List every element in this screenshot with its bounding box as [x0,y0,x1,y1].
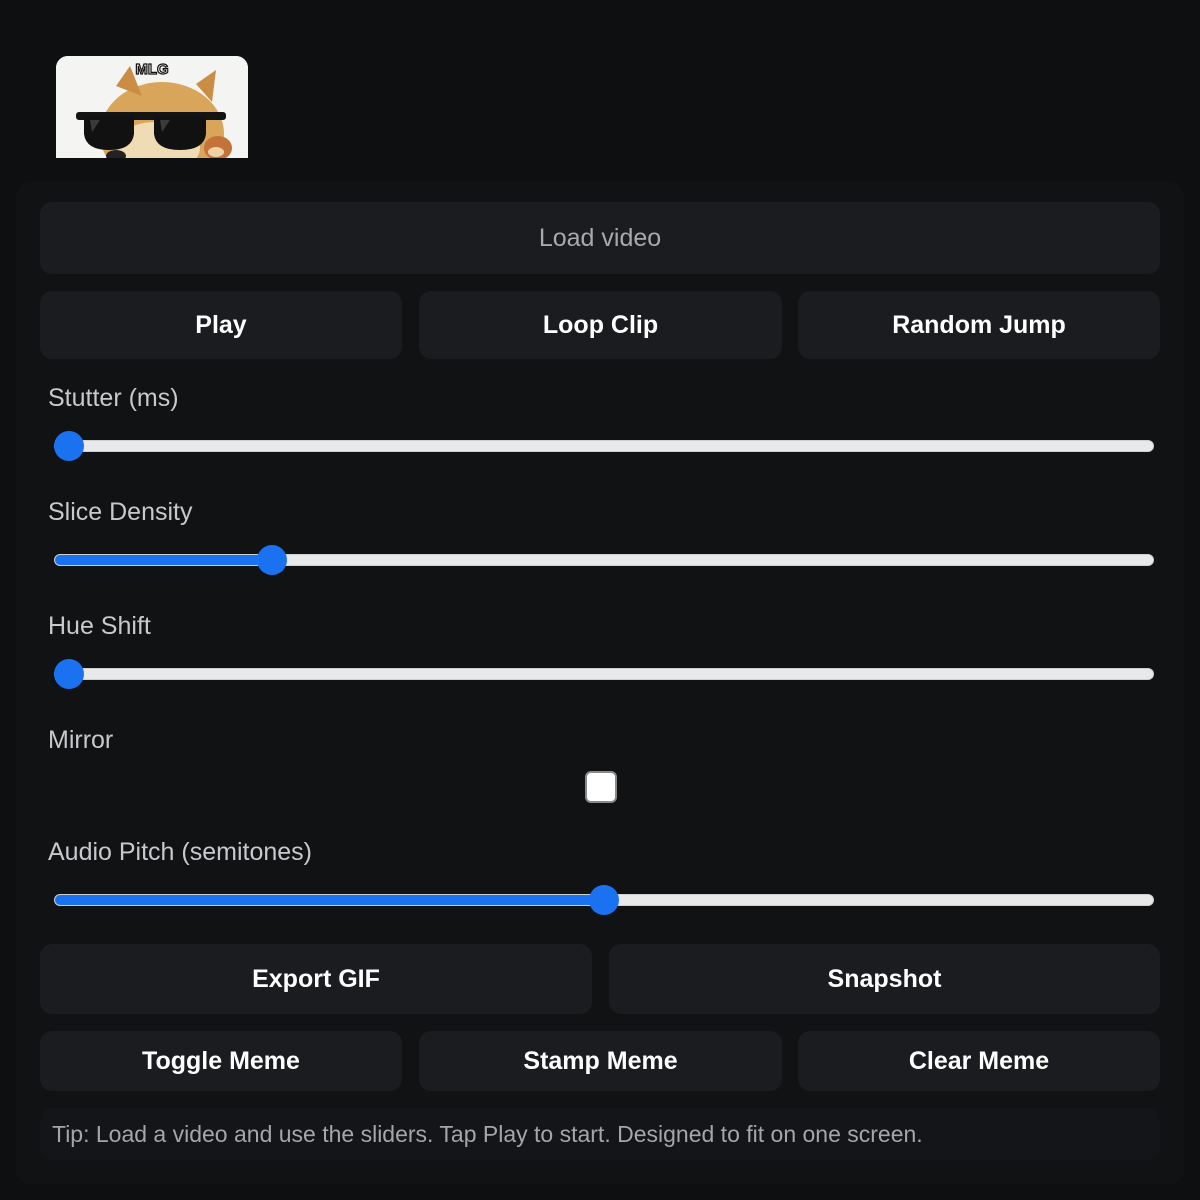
hue-shift-label: Hue Shift [48,612,151,640]
mirror-label: Mirror [48,726,114,754]
stamp-meme-button[interactable]: Stamp Meme [419,1031,782,1091]
slice-density-slider[interactable] [54,545,1154,575]
stutter-label: Stutter (ms) [48,384,179,412]
tip-text: Tip: Load a video and use the sliders. T… [40,1108,1160,1160]
audio-pitch-slider-fill [55,895,604,905]
meme-preview-image: MLG [56,56,248,158]
play-button[interactable]: Play [40,291,402,359]
export-gif-button[interactable]: Export GIF [40,944,592,1014]
audio-pitch-slider-thumb[interactable] [589,885,619,915]
clear-meme-button[interactable]: Clear Meme [798,1031,1160,1091]
slice-density-slider-thumb[interactable] [257,545,288,575]
slice-density-label: Slice Density [48,498,193,526]
stutter-slider-thumb[interactable] [54,431,84,461]
stutter-slider[interactable] [54,431,1154,461]
svg-text:MLG: MLG [135,61,168,78]
random-jump-button[interactable]: Random Jump [798,291,1160,359]
audio-pitch-label: Audio Pitch (semitones) [48,838,313,866]
audio-pitch-slider[interactable] [54,885,1154,915]
slice-density-slider-fill [55,555,273,565]
hue-shift-slider-thumb[interactable] [54,659,84,689]
app-root: MLG Load video Play Loop Clip Random Jum… [0,0,1200,1200]
toggle-meme-button[interactable]: Toggle Meme [40,1031,402,1091]
doge-mlg-icon: MLG [56,56,248,158]
mirror-checkbox[interactable] [585,771,617,803]
load-video-button[interactable]: Load video [40,202,1160,274]
hue-shift-slider[interactable] [54,659,1154,689]
snapshot-button[interactable]: Snapshot [609,944,1160,1014]
loop-clip-button[interactable]: Loop Clip [419,291,782,359]
